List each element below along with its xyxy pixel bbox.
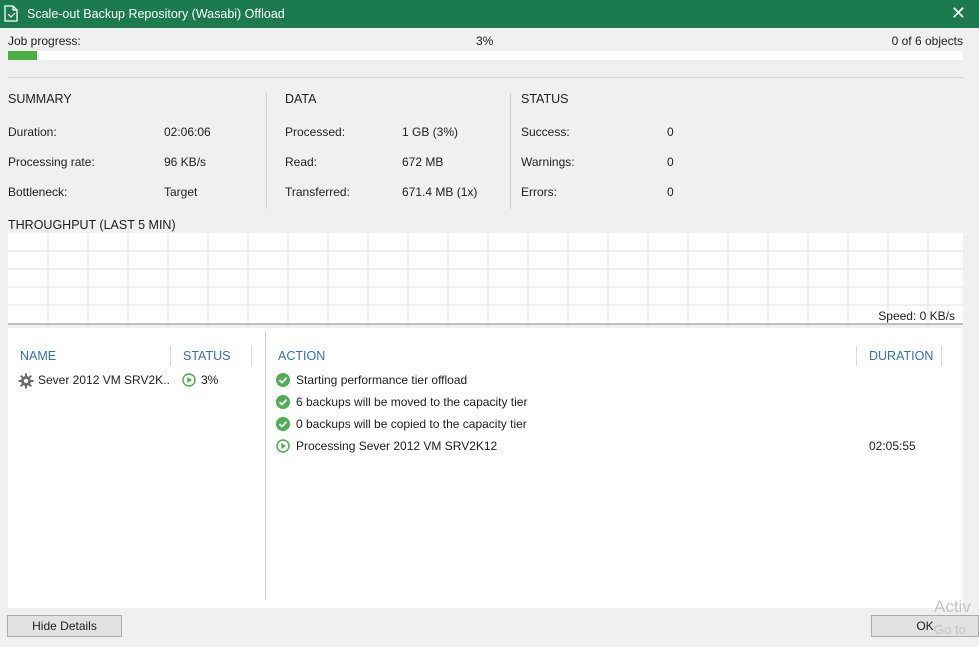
vm-name: Sever 2012 VM SRV2K... <box>38 373 170 387</box>
column-separator <box>856 346 857 366</box>
list-item: Starting performance tier offload <box>276 372 956 390</box>
action-text: Processing Sever 2012 VM SRV2K12 <box>296 439 498 453</box>
stat-label: Errors: <box>521 185 557 199</box>
stat-value: 96 KB/s <box>164 155 207 169</box>
action-text: 0 backups will be copied to the capacity… <box>296 417 527 431</box>
close-icon[interactable]: ✕ <box>951 3 966 23</box>
column-header-action[interactable]: ACTION <box>278 349 325 363</box>
section-divider <box>266 93 267 209</box>
stat-value: 02:06:06 <box>164 125 211 139</box>
action-text: Starting performance tier offload <box>296 373 468 387</box>
activation-watermark-line1: Activ <box>934 597 971 616</box>
speed-label: Speed: 0 KB/s <box>878 309 955 323</box>
column-header-duration[interactable]: DURATION <box>869 349 933 363</box>
details-panel: NAME STATUS Sever 2012 VM SRV2K... 3% AC… <box>8 328 963 608</box>
job-progress-percent: 3% <box>476 34 494 48</box>
vm-status: 3% <box>201 373 219 387</box>
stat-label: Processing rate: <box>8 155 95 169</box>
gear-icon <box>18 373 34 389</box>
action-duration: 02:05:55 <box>869 439 916 453</box>
list-item: 0 backups will be copied to the capacity… <box>276 416 956 434</box>
status-heading: STATUS <box>521 92 569 106</box>
stat-label: Duration: <box>8 125 57 139</box>
progress-bar-fill <box>8 51 37 60</box>
column-separator <box>251 346 252 366</box>
stat-label: Processed: <box>285 125 346 139</box>
document-icon <box>4 5 18 22</box>
job-progress-objects: 0 of 6 objects <box>891 34 963 48</box>
stat-value: Target <box>164 185 198 199</box>
list-item: Processing Sever 2012 VM SRV2K12 02:05:5… <box>276 438 956 456</box>
success-check-icon <box>276 395 290 409</box>
table-row[interactable]: Sever 2012 VM SRV2K... 3% <box>18 372 258 390</box>
stat-value: 672 MB <box>402 155 444 169</box>
progress-bar <box>8 51 963 60</box>
stat-value: 0 <box>667 185 674 199</box>
column-separator <box>170 346 171 366</box>
action-text: 6 backups will be moved to the capacity … <box>296 395 528 409</box>
play-icon <box>276 439 290 453</box>
stat-value: 671.4 MB (1x) <box>402 185 478 199</box>
stat-value: 0 <box>667 155 674 169</box>
column-separator <box>941 346 942 366</box>
title-bar: Scale-out Backup Repository (Wasabi) Off… <box>0 0 979 28</box>
column-header-name[interactable]: NAME <box>20 349 56 363</box>
stat-label: Bottleneck: <box>8 185 68 199</box>
stat-label: Success: <box>521 125 570 139</box>
divider <box>8 77 963 78</box>
stat-value: 1 GB (3%) <box>402 125 459 139</box>
column-header-status[interactable]: STATUS <box>183 349 230 363</box>
throughput-grid <box>8 233 963 323</box>
job-progress-label: Job progress: <box>8 34 81 48</box>
list-item: 6 backups will be moved to the capacity … <box>276 394 956 412</box>
panel-divider <box>265 332 266 600</box>
stat-label: Read: <box>285 155 318 169</box>
success-check-icon <box>276 417 290 431</box>
success-check-icon <box>276 373 290 387</box>
stat-value: 0 <box>667 125 674 139</box>
play-icon <box>182 373 196 387</box>
stat-label: Transferred: <box>285 185 350 199</box>
hide-details-button[interactable]: Hide Details <box>7 615 122 637</box>
data-heading: DATA <box>285 92 317 106</box>
window-title: Scale-out Backup Repository (Wasabi) Off… <box>27 7 285 21</box>
stat-label: Warnings: <box>521 155 575 169</box>
throughput-title: THROUGHPUT (LAST 5 MIN) <box>8 218 176 232</box>
throughput-chart: Speed: 0 KB/s <box>8 233 963 325</box>
activation-watermark-line2: Go to <box>934 622 966 637</box>
summary-heading: SUMMARY <box>8 92 72 106</box>
section-divider <box>510 93 511 209</box>
